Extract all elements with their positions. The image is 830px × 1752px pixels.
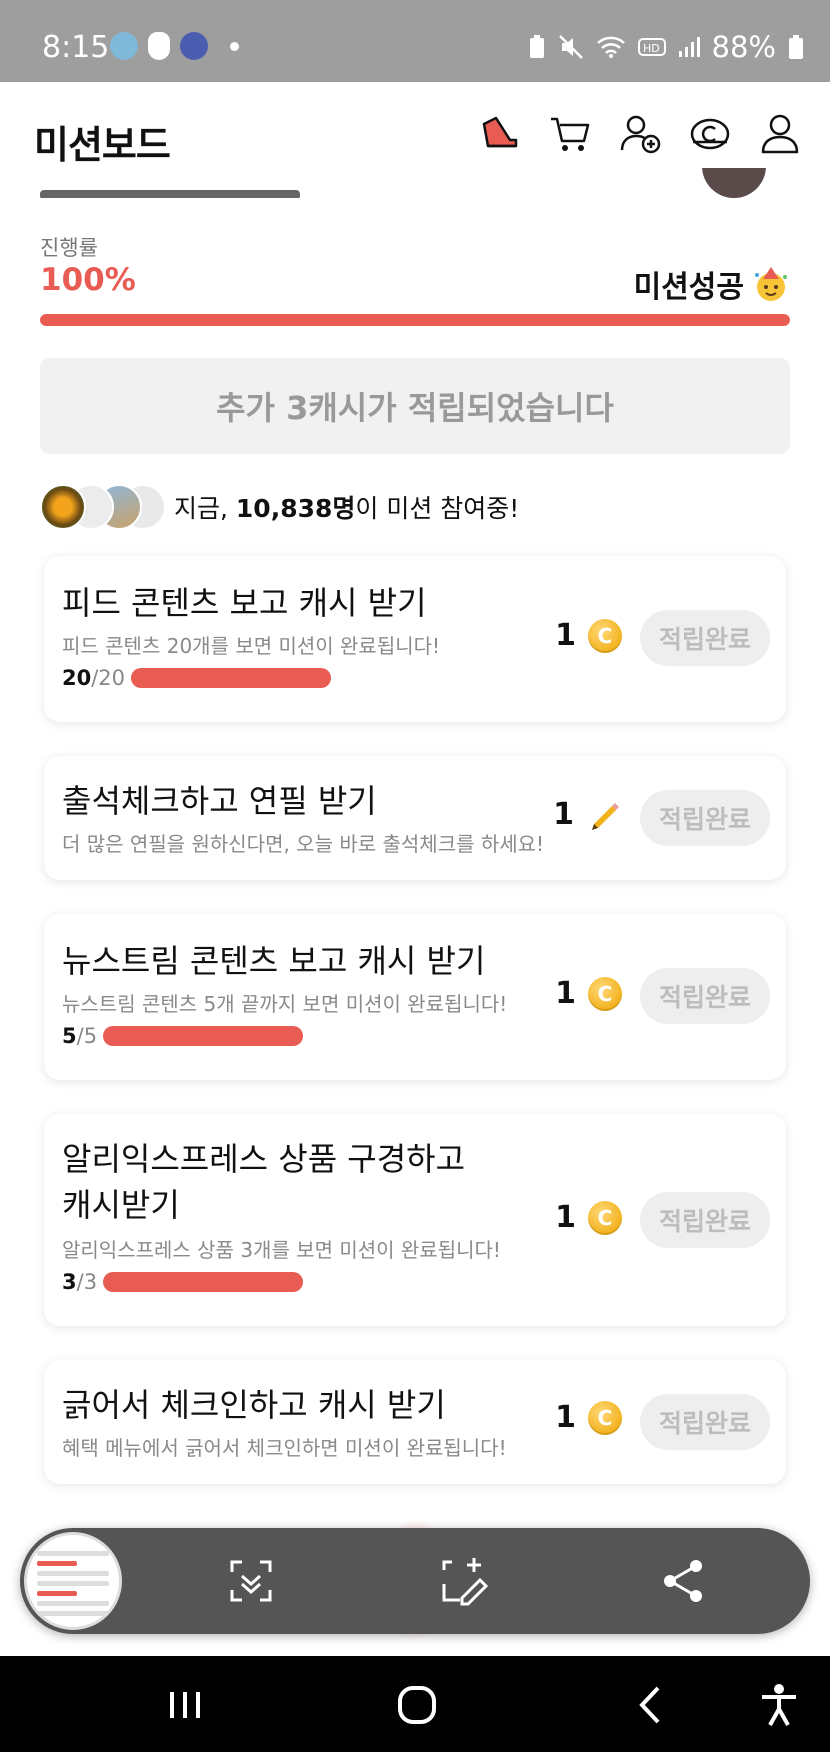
collect-complete-button[interactable]: 적립완료 — [640, 610, 770, 666]
cart-icon[interactable] — [548, 112, 592, 156]
mission-reward: 1 C — [555, 1200, 622, 1235]
mission-count-done: 3 — [62, 1270, 77, 1294]
system-navigation-bar — [0, 1656, 830, 1752]
battery-icon — [789, 35, 803, 59]
reward-banner: 추가 3캐시가 적립되었습니다 — [40, 358, 790, 454]
header-actions — [478, 112, 802, 156]
mission-count-total: /3 — [76, 1270, 98, 1294]
mission-card[interactable]: 뉴스트림 콘텐츠 보고 캐시 받기 뉴스트림 콘텐츠 5개 끝까지 보면 미션이… — [44, 914, 786, 1080]
mission-progress-fill — [40, 314, 790, 326]
participants-prefix: 지금, — [174, 494, 236, 523]
avatar — [40, 484, 86, 530]
signal-icon — [678, 37, 700, 57]
battery-level: 88% — [711, 30, 776, 64]
mission-reward: 1 C — [555, 618, 622, 653]
participants-text: 지금, 10,838명이 미션 참여중! — [174, 489, 519, 525]
mission-count-done: 20 — [62, 666, 92, 690]
notification-icons — [110, 32, 239, 60]
mission-card[interactable]: 긁어서 체크인하고 캐시 받기 혜택 메뉴에서 긁어서 체크인하면 미션이 완료… — [44, 1360, 786, 1484]
mission-progress-bar — [103, 1026, 304, 1046]
mission-description: 혜택 메뉴에서 긁어서 체크인하면 미션이 완료됩니다! — [62, 1436, 507, 1460]
participant-avatars — [40, 482, 166, 532]
mission-title-line1: 알리익스프레스 상품 구경하고 — [62, 1140, 466, 1178]
progress-value: 100% — [40, 262, 136, 298]
mission-title-line2: 캐시받기 — [62, 1186, 180, 1224]
mission-count: 3/3 — [62, 1270, 304, 1294]
coin-icon: C — [588, 1200, 622, 1235]
scroll-capture-icon[interactable] — [224, 1554, 278, 1608]
reward-amount: 1 — [555, 1400, 576, 1435]
mission-success-label: 미션성공 — [633, 270, 744, 305]
mission-progress-bar — [103, 1272, 304, 1292]
hd-icon: HD — [637, 38, 666, 56]
participants-row: 지금, 10,838명이 미션 참여중! — [40, 482, 519, 532]
more-notifications-dot — [230, 41, 239, 51]
mission-description: 피드 콘텐츠 20개를 보면 미션이 완료됩니다! — [62, 634, 441, 658]
collect-complete-button[interactable]: 적립완료 — [640, 1192, 770, 1248]
home-icon[interactable] — [392, 1680, 442, 1730]
collect-complete-button[interactable]: 적립완료 — [640, 1394, 770, 1450]
status-time: 8:15 — [42, 30, 110, 65]
accessibility-icon[interactable] — [754, 1680, 804, 1730]
back-icon[interactable] — [626, 1680, 676, 1730]
sneaker-icon[interactable] — [478, 112, 522, 156]
mission-title: 피드 콘텐츠 보고 캐시 받기 — [62, 584, 427, 622]
participants-count: 10,838명 — [235, 494, 356, 523]
reward-amount: 1 — [553, 796, 574, 832]
coin-icon: C — [588, 1400, 622, 1435]
mute-icon — [558, 35, 583, 59]
character-notification-icon — [180, 32, 208, 60]
collect-complete-button[interactable]: 적립완료 — [640, 790, 770, 846]
mission-title: 출석체크하고 연필 받기 — [62, 782, 377, 820]
mission-count: 20/20 — [62, 666, 332, 690]
mission-card[interactable]: 피드 콘텐츠 보고 캐시 받기 피드 콘텐츠 20개를 보면 미션이 완료됩니다… — [44, 556, 786, 722]
scrolled-avatar — [702, 168, 766, 200]
mission-count-done: 5 — [62, 1024, 77, 1048]
participants-suffix: 이 미션 참여중! — [355, 494, 520, 523]
reward-amount: 1 — [555, 618, 576, 653]
mission-count: 5/5 — [62, 1024, 304, 1048]
reward-amount: 1 — [555, 976, 576, 1011]
mission-description: 더 많은 연필을 원하신다면, 오늘 바로 출석체크를 하세요! — [62, 832, 545, 856]
system-icons: HD 88% — [528, 30, 804, 64]
pencil-icon — [592, 803, 619, 830]
reward-amount: 1 — [555, 1200, 576, 1235]
page-title: 미션보드 — [34, 123, 171, 167]
mission-description: 알리익스프레스 상품 3개를 보면 미션이 완료됩니다! — [62, 1238, 501, 1262]
mission-title: 알리익스프레스 상품 구경하고 캐시받기 — [62, 1136, 465, 1228]
battery-saver-icon — [529, 35, 544, 58]
coin-icon: C — [588, 976, 622, 1011]
mission-reward: 1 C — [555, 976, 622, 1011]
mission-count-total: /20 — [91, 666, 126, 690]
recent-apps-icon[interactable] — [160, 1680, 210, 1730]
mission-count-total: /5 — [76, 1024, 98, 1048]
scrolled-text — [40, 182, 340, 198]
mission-description: 뉴스트림 콘텐츠 5개 끝까지 보면 미션이 완료됩니다! — [62, 992, 508, 1016]
mission-card[interactable]: 알리익스프레스 상품 구경하고 캐시받기 알리익스프레스 상품 3개를 보면 미… — [44, 1114, 786, 1326]
collect-complete-button[interactable]: 적립완료 — [640, 968, 770, 1024]
mission-title: 뉴스트림 콘텐츠 보고 캐시 받기 — [62, 942, 486, 980]
mission-success: 미션성공 — [634, 262, 790, 306]
add-friend-icon[interactable] — [618, 112, 662, 156]
svg-text:HD: HD — [643, 42, 660, 55]
profile-icon[interactable] — [758, 112, 802, 156]
app-notification-icon — [110, 32, 138, 60]
mission-reward: 1 — [553, 796, 622, 832]
mission-card[interactable]: 출석체크하고 연필 받기 더 많은 연필을 원하신다면, 오늘 바로 출석체크를… — [44, 756, 786, 880]
wifi-icon — [596, 36, 625, 58]
mission-reward: 1 C — [555, 1400, 622, 1435]
bunny-notification-icon — [148, 32, 170, 60]
progress-label: 진행률 — [40, 236, 98, 260]
edit-screenshot-icon[interactable] — [438, 1554, 492, 1608]
share-icon[interactable] — [656, 1554, 710, 1608]
mission-title: 긁어서 체크인하고 캐시 받기 — [62, 1386, 446, 1424]
cash-icon[interactable] — [688, 112, 732, 156]
screenshot-thumbnail[interactable] — [24, 1532, 122, 1630]
coin-icon: C — [588, 618, 622, 653]
screenshot-toolbar — [20, 1528, 810, 1634]
mission-progress-bar — [131, 668, 332, 688]
status-bar: 8:15 HD 88% — [0, 0, 830, 82]
party-face-icon — [755, 267, 787, 301]
mission-progress-bar — [40, 314, 790, 326]
